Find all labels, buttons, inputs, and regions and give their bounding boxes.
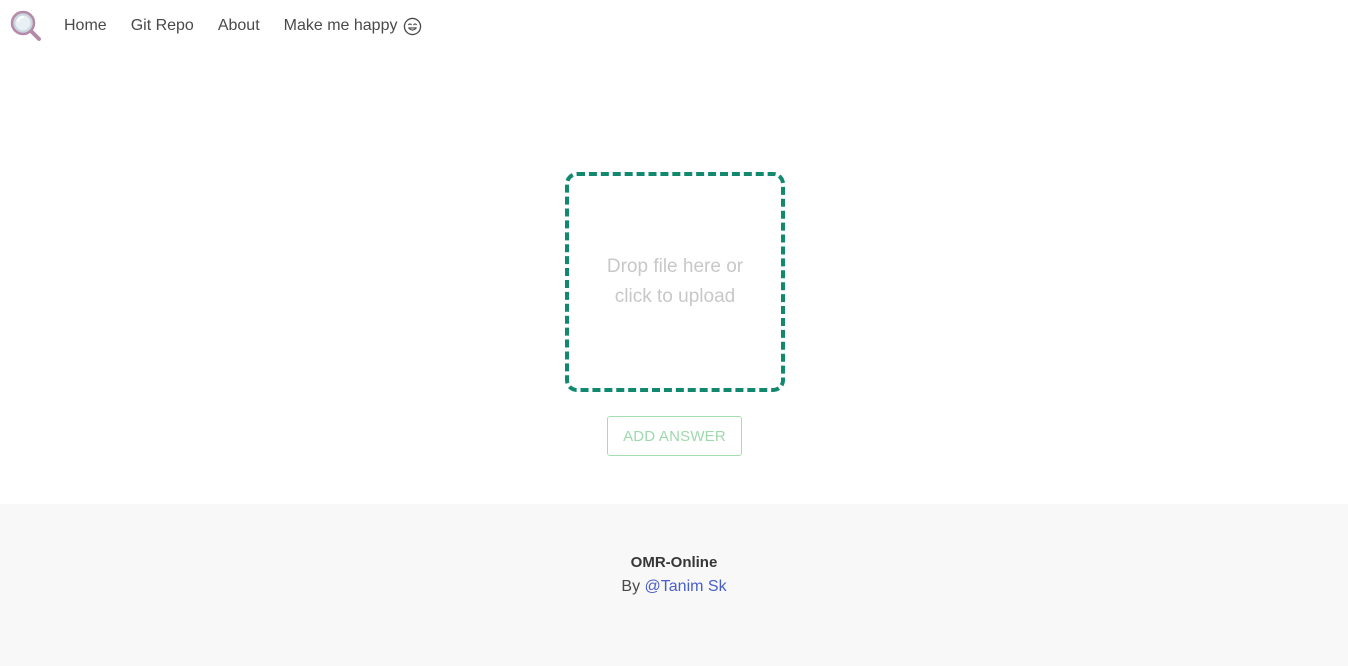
- author-link[interactable]: @Tanim Sk: [645, 578, 727, 595]
- footer-by-prefix: By: [621, 578, 641, 595]
- footer-credit: By @Tanim Sk: [0, 578, 1348, 596]
- add-answer-button[interactable]: ADD ANSWER: [607, 416, 742, 456]
- nav-make-me-happy-label: Make me happy: [283, 17, 398, 34]
- nav-home-link[interactable]: Home: [64, 17, 107, 35]
- dropzone-prompt: Drop file here or click to upload: [606, 256, 744, 307]
- nav-git-repo-link[interactable]: Git Repo: [131, 17, 194, 35]
- smile-icon: [403, 17, 422, 36]
- nav-about-link[interactable]: About: [218, 17, 260, 35]
- footer: OMR-Online By @Tanim Sk: [0, 504, 1348, 666]
- file-dropzone[interactable]: Drop file here or click to upload: [565, 172, 785, 392]
- magnifier-icon[interactable]: [10, 10, 42, 42]
- page: Home Git Repo About Make me happy Drop f…: [0, 0, 1348, 666]
- navbar: Home Git Repo About Make me happy: [0, 0, 1348, 52]
- nav-links: Home Git Repo About Make me happy: [64, 0, 422, 52]
- footer-title: OMR-Online: [630, 554, 718, 571]
- nav-make-me-happy-link[interactable]: Make me happy: [284, 17, 423, 36]
